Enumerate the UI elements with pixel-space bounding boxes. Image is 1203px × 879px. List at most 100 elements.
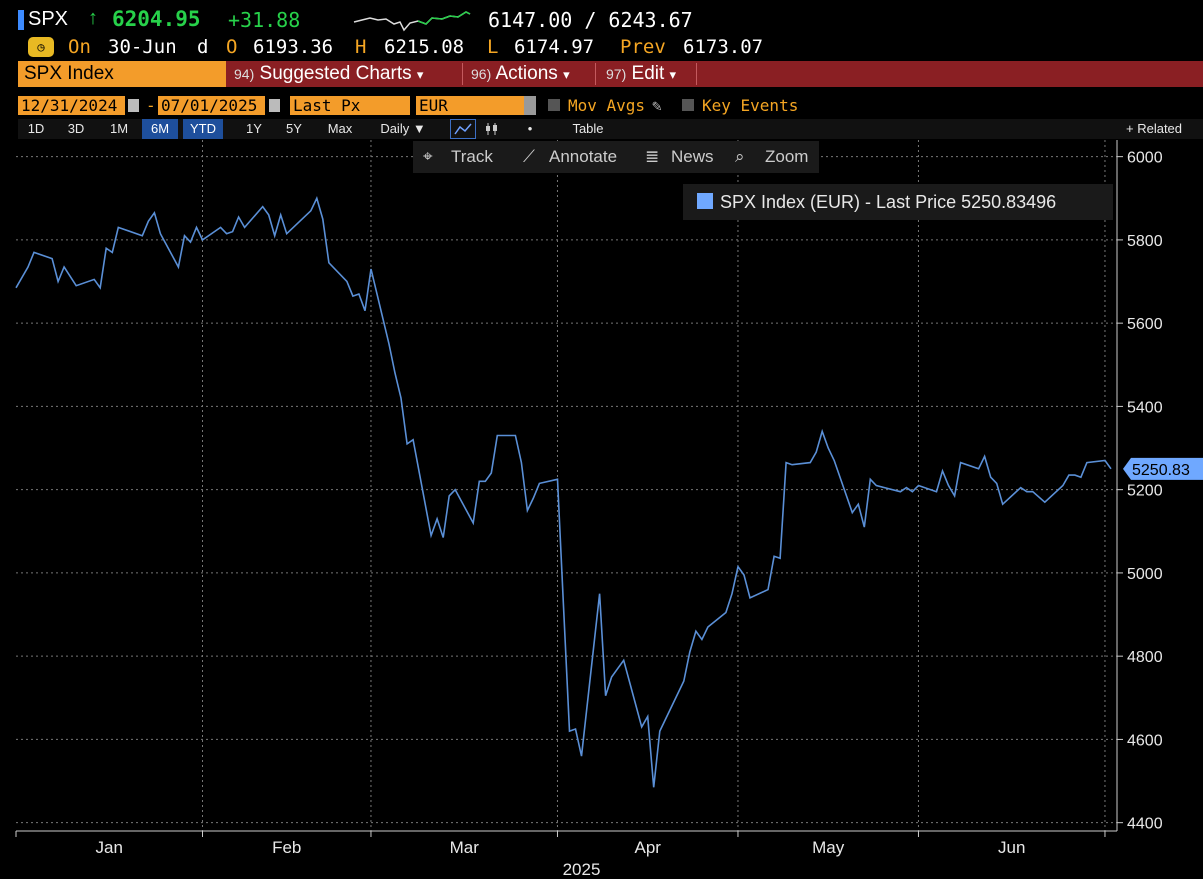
chevron-down-icon: ▾ (563, 67, 570, 82)
price-field-select[interactable]: Last Px (290, 96, 410, 115)
low-value: 6174.97 (514, 36, 595, 58)
zoom-button[interactable]: Zoom (765, 141, 808, 173)
edit-menu[interactable]: 97) Edit ▾ (606, 61, 676, 87)
low-label: L (487, 36, 499, 58)
ohlc-period: d (197, 36, 209, 58)
net-change: +31.88 (228, 8, 301, 32)
series-line (15, 196, 1112, 788)
zoom-icon[interactable]: ⌕ (735, 141, 745, 173)
edit-number: 97) (606, 66, 627, 82)
news-button[interactable]: News (671, 141, 714, 173)
security-color-bar (18, 10, 24, 30)
mov-avgs-checkbox[interactable] (548, 99, 560, 111)
period-tabs: 1D 3D 1M 6M YTD 1Y 5Y Max Daily ▼ • Tabl… (18, 119, 1203, 139)
x-axis: Jan Feb Mar Apr May Jun 2025 (96, 831, 1106, 879)
tab-ytd[interactable]: YTD (183, 119, 223, 139)
edit-label: Edit (631, 63, 665, 84)
y-tick-label: 6000 (1127, 150, 1163, 167)
last-price-value: 5250.83 (1132, 462, 1190, 479)
chart-settings-bar: 12/31/2024 - 07/01/2025 Last Px EUR Mov … (18, 96, 1203, 116)
price-chart[interactable]: Jan Feb Mar Apr May Jun 2025 4400 4600 4800 5000 5… (0, 140, 1203, 879)
actions-number: 96) (471, 66, 492, 82)
day-range: 6147.00 / 6243.67 (488, 8, 693, 32)
frequency-select[interactable]: Daily ▼ (370, 119, 436, 139)
table-button[interactable]: Table (562, 119, 614, 139)
history-icon[interactable]: ◷ (28, 37, 54, 57)
x-tick-label: Feb (272, 838, 301, 857)
menu-divider (595, 63, 596, 85)
key-events-checkbox[interactable] (682, 99, 694, 111)
line-chart-icon[interactable] (450, 119, 476, 139)
tab-5y[interactable]: 5Y (280, 119, 308, 139)
high-label: H (355, 36, 367, 58)
key-events-label[interactable]: Key Events (702, 96, 798, 116)
suggested-charts-menu[interactable]: 94) Suggested Charts ▾ (234, 61, 423, 87)
chevron-down-icon: ▾ (416, 67, 424, 82)
x-axis-label: 2025 (563, 860, 601, 879)
tab-1y[interactable]: 1Y (240, 119, 268, 139)
security-field[interactable]: SPX Index (18, 61, 226, 87)
end-date-field[interactable]: 07/01/2025 (158, 96, 265, 115)
annotate-icon[interactable]: ⟋ (523, 141, 535, 173)
tab-1m[interactable]: 1M (104, 119, 134, 139)
ticker-symbol: SPX (28, 8, 69, 30)
candlestick-icon[interactable] (480, 119, 504, 139)
quote-line: SPX ↑ 6204.95 +31.88 6147.00 / 6243.67 (0, 6, 1203, 34)
up-arrow-icon: ↑ (88, 7, 98, 29)
last-price-tag: 5250.83 (1123, 457, 1203, 480)
y-tick-label: 5000 (1127, 566, 1163, 583)
tab-1d[interactable]: 1D (22, 119, 50, 139)
pencil-icon[interactable]: ✎ (652, 96, 662, 116)
last-price: 6204.95 (112, 7, 201, 31)
tab-3d[interactable]: 3D (62, 119, 90, 139)
actions-menu[interactable]: 96) Actions ▾ (471, 61, 570, 87)
plot-frame (15, 140, 1118, 837)
mov-avgs-label[interactable]: Mov Avgs (568, 96, 645, 116)
x-tick-label: Jan (96, 838, 123, 857)
y-tick-label: 5400 (1127, 399, 1163, 416)
suggested-charts-label: Suggested Charts (259, 63, 412, 84)
open-value: 6193.36 (253, 36, 334, 58)
related-button[interactable]: + Related (1126, 119, 1203, 139)
separator-dot: • (527, 121, 533, 136)
chart-grid (16, 140, 1117, 831)
legend: SPX Index (EUR) - Last Price 5250.83496 (683, 184, 1113, 220)
calendar-icon[interactable] (269, 99, 280, 112)
y-tick-label: 4600 (1127, 732, 1163, 749)
currency-dropdown-icon[interactable] (524, 96, 536, 115)
open-label: O (226, 36, 238, 58)
calendar-icon[interactable] (128, 99, 139, 112)
news-icon[interactable]: ≣ (645, 141, 659, 173)
date-separator: - (146, 96, 156, 115)
legend-entry: SPX Index (EUR) - Last Price 5250.83496 (720, 192, 1056, 212)
intraday-sparkline-icon (353, 11, 471, 32)
suggested-charts-number: 94) (234, 66, 255, 82)
track-button[interactable]: Track (451, 141, 493, 173)
chevron-down-icon: ▾ (669, 67, 677, 82)
annotate-button[interactable]: Annotate (549, 141, 617, 173)
series-group (15, 196, 1112, 788)
prev-value: 6173.07 (683, 36, 764, 58)
x-tick-label: Jun (998, 838, 1025, 857)
legend-swatch (697, 193, 713, 209)
y-tick-label: 5600 (1127, 316, 1163, 333)
on-label: On (68, 36, 91, 58)
high-value: 6215.08 (384, 36, 465, 58)
y-tick-label: 4400 (1127, 816, 1163, 833)
y-tick-label: 5800 (1127, 233, 1163, 250)
x-tick-label: Mar (450, 838, 480, 857)
ohlc-date: 30-Jun (108, 36, 177, 58)
tab-6m[interactable]: 6M (142, 119, 178, 139)
actions-label: Actions (495, 63, 558, 84)
chart-toolbar: ⌖ Track ⟋ Annotate ≣ News ⌕ Zoom (413, 141, 819, 173)
tab-max[interactable]: Max (320, 119, 360, 139)
ohlc-line: ◷ On 30-Jun d O 6193.36 H 6215.08 L 6174… (0, 34, 1203, 60)
x-tick-label: Apr (634, 838, 661, 857)
track-icon[interactable]: ⌖ (423, 141, 433, 173)
menu-divider (696, 63, 697, 85)
prev-label: Prev (620, 36, 666, 58)
y-tick-label: 5200 (1127, 483, 1163, 500)
currency-select[interactable]: EUR (416, 96, 524, 115)
start-date-field[interactable]: 12/31/2024 (18, 96, 125, 115)
menu-divider (462, 63, 463, 85)
